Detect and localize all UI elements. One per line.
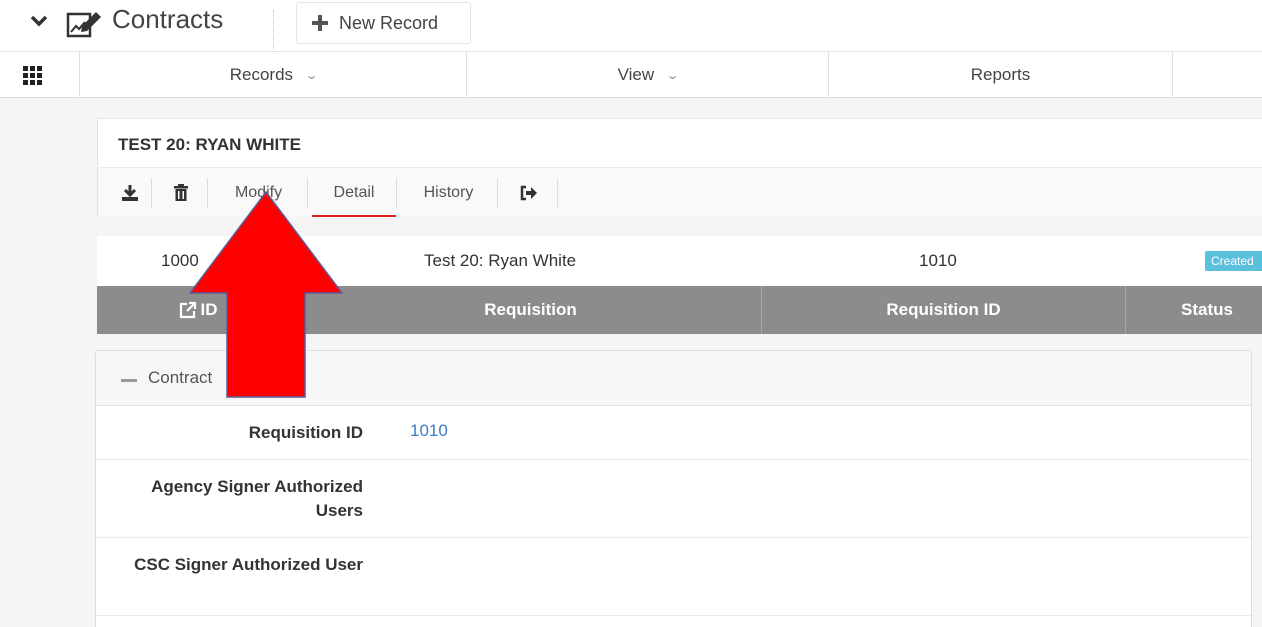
nav-reports-label: Reports xyxy=(970,65,1031,84)
sign-out-icon xyxy=(520,185,537,201)
record-title: TEST 20: RYAN WHITE xyxy=(118,135,301,154)
summary-requisition-id: 1010 xyxy=(919,251,957,270)
chevron-down-icon[interactable] xyxy=(30,12,48,30)
annotation-arrow xyxy=(188,190,344,398)
nav-records-label: Records xyxy=(229,65,294,84)
new-record-button[interactable]: New Record xyxy=(296,2,471,44)
field-label: Requisition ID xyxy=(248,423,363,442)
app-menu-button[interactable] xyxy=(0,52,80,98)
header-requisition-label: Requisition xyxy=(484,300,577,319)
field-row-agency-signer: Agency Signer Authorized Users xyxy=(96,460,1251,538)
history-label: History xyxy=(423,184,474,201)
field-label: CSC Signer Authorized User xyxy=(134,555,363,574)
title-divider xyxy=(273,10,274,50)
page: Contracts New Record Records ⌄ View ⌄ Re… xyxy=(0,0,1262,627)
plus-icon xyxy=(311,14,329,32)
requisition-id-link[interactable]: 1010 xyxy=(410,421,448,441)
status-badge: Created xyxy=(1205,251,1262,271)
chevron-down-icon: ⌄ xyxy=(304,69,319,82)
header-status[interactable]: Status xyxy=(1126,286,1262,334)
new-record-label: New Record xyxy=(339,12,439,33)
grid-menu-icon xyxy=(23,65,42,85)
nav-records[interactable]: Records ⌄ xyxy=(80,52,467,98)
app-titlebar: Contracts New Record xyxy=(0,0,1262,52)
download-button[interactable] xyxy=(108,178,152,208)
tab-history[interactable]: History xyxy=(400,178,498,208)
summary-requisition: Test 20: Ryan White xyxy=(424,251,577,270)
nav-view[interactable]: View ⌄ xyxy=(467,52,829,98)
contract-edit-icon xyxy=(66,12,101,38)
chevron-down-icon: ⌄ xyxy=(665,69,680,82)
field-row-requisition-id: Requisition ID 1010 xyxy=(96,406,1251,460)
header-requisition-id-label: Requisition ID xyxy=(886,300,1001,319)
main-nav: Records ⌄ View ⌄ Reports xyxy=(0,52,1262,98)
collapse-icon[interactable] xyxy=(121,379,137,382)
nav-reports[interactable]: Reports xyxy=(829,52,1173,98)
header-requisition-id[interactable]: Requisition ID xyxy=(762,286,1126,334)
download-icon xyxy=(121,185,138,201)
field-label: Agency Signer Authorized Users xyxy=(151,477,363,520)
app-title: Contracts xyxy=(112,4,224,34)
header-status-label: Status xyxy=(1181,300,1233,319)
exit-button[interactable] xyxy=(500,178,558,208)
field-row-csc-signer: CSC Signer Authorized User xyxy=(96,538,1251,616)
nav-view-label: View xyxy=(617,65,655,84)
